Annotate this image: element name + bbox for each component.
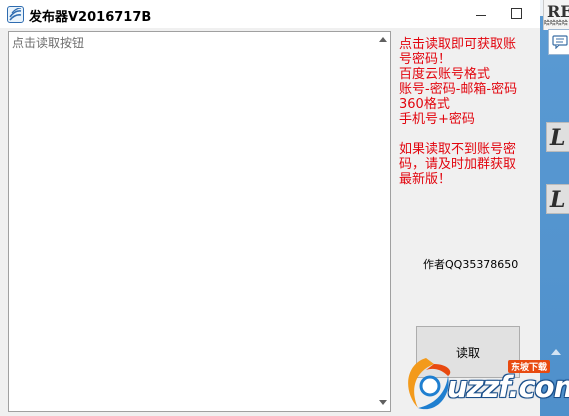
instruction-line: 360格式: [399, 97, 450, 112]
instruction-line: 码，请及时加群获取: [399, 157, 517, 172]
desktop-widget-caption: 哈哈哈哈: [544, 20, 569, 27]
instruction-gap: [399, 127, 537, 142]
desktop-icon[interactable]: L: [546, 184, 569, 214]
minimize-button[interactable]: [470, 3, 492, 23]
scroll-down-icon[interactable]: [375, 396, 390, 410]
instructions-text: 点击读取即可获取账 号密码！ 百度云账号格式 账号-密码-邮箱-密码 360格式…: [399, 37, 537, 187]
author-label: 作者QQ35378650: [423, 258, 519, 271]
desktop-icon-letter: L: [550, 125, 566, 151]
vertical-scrollbar[interactable]: [375, 32, 390, 411]
title-bar[interactable]: 发布器V2016717B: [0, 0, 540, 28]
instruction-line: 点击读取即可获取账: [399, 37, 517, 52]
watermark-logo: uzzf.com 东坡下载: [396, 350, 569, 416]
watermark-brand: uzzf.com: [447, 370, 569, 404]
instruction-line: 最新版！: [399, 172, 452, 187]
chat-icon[interactable]: [548, 29, 569, 55]
instruction-line: 号密码！: [399, 52, 452, 67]
instruction-line: 如果读取不到账号密: [399, 142, 517, 157]
app-icon: [7, 6, 24, 23]
instruction-line: 账号-密码-邮箱-密码: [399, 82, 518, 97]
desktop-icon-letter: L: [550, 187, 566, 213]
scroll-up-icon[interactable]: [375, 33, 390, 47]
instruction-line: 百度云账号格式: [399, 67, 491, 82]
watermark-tag: 东坡下载: [508, 360, 551, 373]
desktop-icon[interactable]: L: [546, 122, 569, 152]
output-placeholder: 点击读取按钮: [12, 36, 85, 50]
output-textarea[interactable]: 点击读取按钮: [8, 31, 391, 412]
maximize-button[interactable]: [505, 3, 527, 23]
window-title: 发布器V2016717B: [29, 10, 152, 25]
instruction-line: 手机号+密码: [399, 112, 475, 127]
